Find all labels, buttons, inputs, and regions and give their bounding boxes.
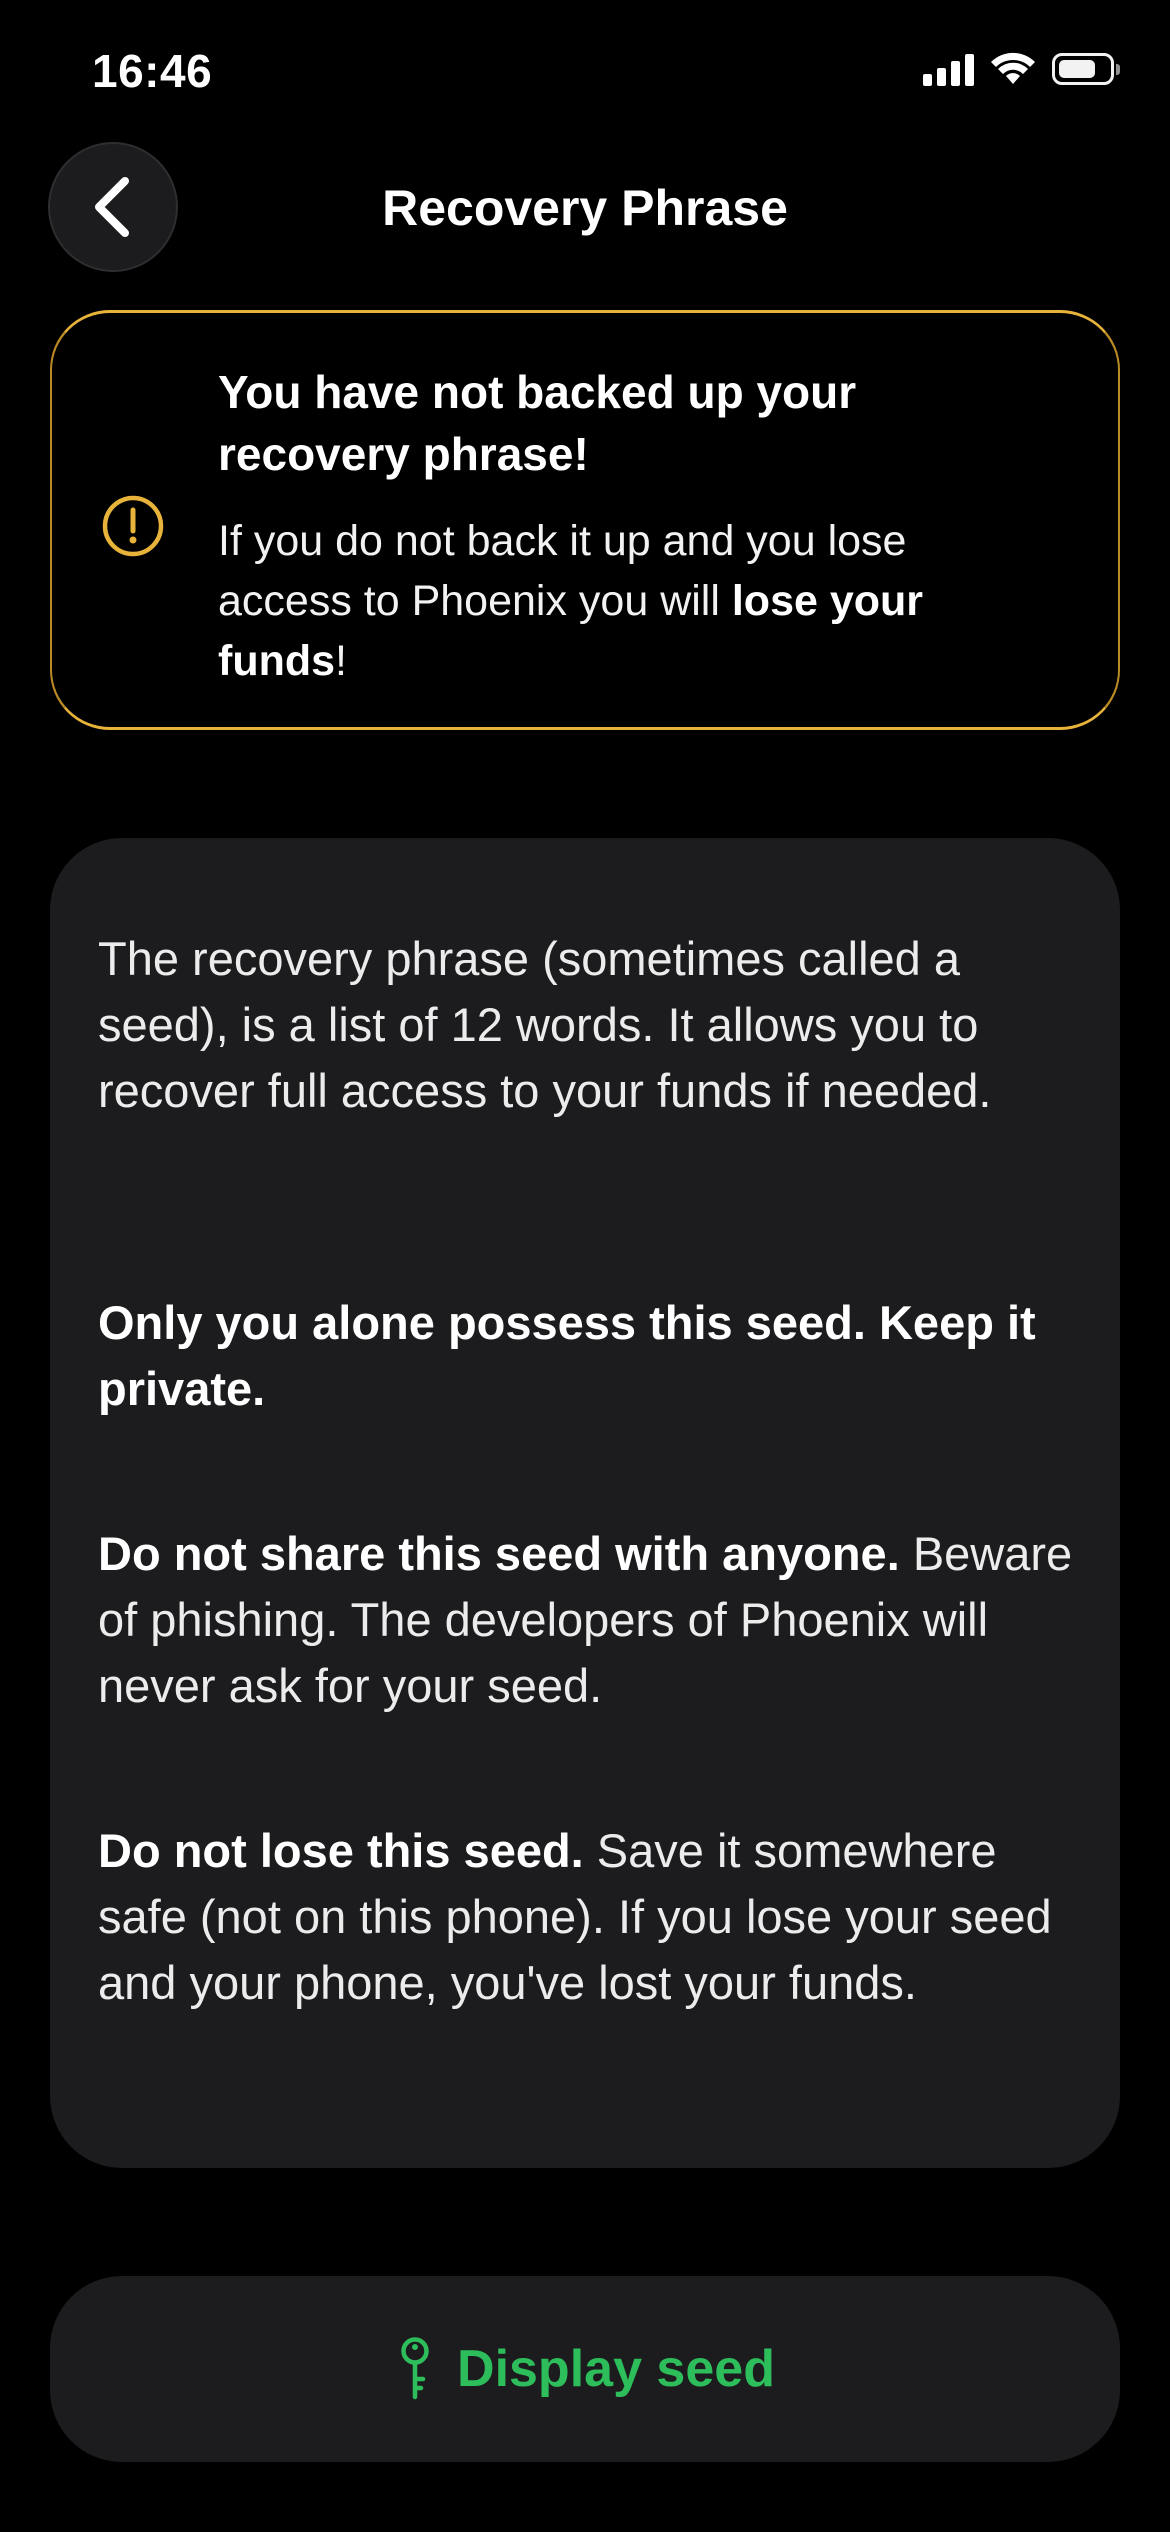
info-paragraph-private: Only you alone possess this seed. Keep i… [98, 1290, 1098, 1422]
recovery-phrase-info-card: The recovery phrase (sometimes called a … [50, 838, 1120, 2168]
display-seed-label: Display seed [457, 2340, 775, 2398]
exclamation-circle-icon [102, 495, 164, 557]
battery-icon [1052, 53, 1120, 85]
info-private-bold: Only you alone possess this seed. Keep i… [98, 1296, 1036, 1415]
status-time: 16:46 [92, 45, 213, 97]
warning-title: You have not backed up your recovery phr… [218, 366, 857, 480]
status-icons [923, 52, 1120, 86]
backup-warning-card: You have not backed up your recovery phr… [50, 310, 1120, 730]
warning-message-end: ! [335, 637, 347, 685]
key-icon [401, 2337, 429, 2400]
info-lose-bold: Do not lose this seed. [98, 1824, 584, 1877]
info-paragraph-lose: Do not lose this seed. Save it somewhere… [98, 1818, 1098, 2016]
page-title: Recovery Phrase [382, 180, 788, 236]
wifi-icon [991, 52, 1035, 84]
status-bar: 16:46 [0, 0, 1170, 140]
info-share-bold: Do not share this seed with anyone. [98, 1527, 900, 1580]
info-paragraph-intro: The recovery phrase (sometimes called a … [98, 932, 992, 1117]
warning-message: If you do not back it up and you lose ac… [218, 511, 1048, 691]
display-seed-button[interactable]: Display seed [50, 2276, 1120, 2462]
cellular-signal-icon [923, 52, 974, 86]
info-paragraph-share: Do not share this seed with anyone. Bewa… [98, 1521, 1098, 1719]
